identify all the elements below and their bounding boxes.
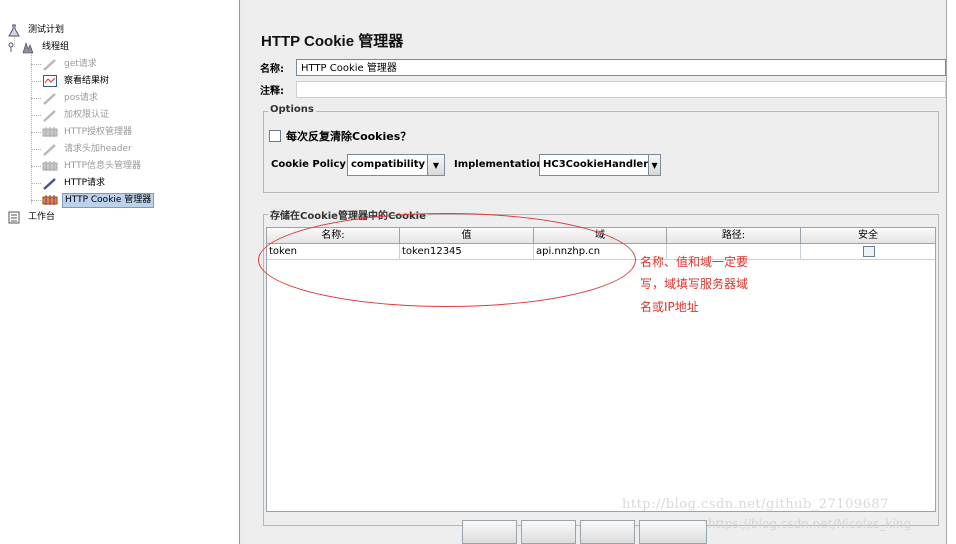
config-element-icon — [42, 159, 58, 173]
tree-node-label: 察看结果树 — [64, 75, 110, 86]
tree-node-auth-manager[interactable]: HTTP授权管理器 — [42, 124, 134, 140]
tree-node-get-request[interactable]: get请求 — [42, 56, 99, 72]
expand-toggle-icon[interactable] — [6, 40, 16, 54]
tree-node-label: 加权限认证 — [64, 109, 110, 120]
sampler-pipette-icon — [42, 142, 58, 156]
tree-node-thread-group[interactable]: 线程组 — [6, 39, 71, 55]
cell-secure[interactable] — [801, 244, 935, 259]
tree-node-label: 测试计划 — [28, 24, 65, 35]
options-group-title: Options — [268, 104, 316, 115]
column-header-secure[interactable]: 安全 — [801, 228, 935, 243]
annotation-line-2: 写，域填写服务器域 — [640, 277, 749, 291]
column-header-path[interactable]: 路径: — [667, 228, 801, 243]
checkbox-box[interactable] — [269, 130, 281, 142]
sampler-pipette-icon — [42, 108, 58, 122]
tree-node-label: get请求 — [64, 58, 97, 69]
save-button[interactable] — [639, 520, 707, 544]
sampler-pipette-icon — [42, 91, 58, 105]
name-label: 名称: — [260, 64, 284, 75]
comment-row: 注释: — [260, 80, 946, 99]
load-button[interactable] — [580, 520, 635, 544]
chevron-down-icon[interactable]: ▼ — [427, 155, 444, 175]
delete-button[interactable] — [521, 520, 576, 544]
tree-node-header-request[interactable]: 请求头加header — [42, 141, 134, 157]
tree-node-label: pos请求 — [64, 92, 98, 103]
cookie-policy-value: compatibility — [351, 159, 426, 170]
page-title: HTTP Cookie 管理器 — [261, 33, 404, 50]
tree-node-auth-request[interactable]: 加权限认证 — [42, 107, 111, 123]
tree-node-test-plan[interactable]: 测试计划 — [6, 22, 66, 38]
sampler-pipette-icon — [42, 57, 58, 71]
workbench-icon — [6, 210, 22, 224]
chevron-down-icon[interactable]: ▼ — [648, 155, 660, 175]
cookie-policy-label: Cookie Policy: — [271, 159, 350, 170]
tree-node-label: 线程组 — [42, 41, 70, 52]
options-group: Options — [263, 104, 939, 193]
annotation-line-1: 名称、值和域一定要 — [640, 255, 749, 269]
name-field[interactable]: HTTP Cookie 管理器 — [296, 59, 946, 76]
cookie-config-icon — [42, 193, 58, 207]
tree-node-label: HTTP授权管理器 — [64, 126, 133, 137]
clear-each-iteration-label: 每次反复清除Cookies？ — [286, 130, 412, 143]
tree-node-label: 请求头加header — [64, 143, 132, 154]
implementation-value: HC3CookieHandler — [543, 159, 649, 170]
tree-node-label: 工作台 — [28, 211, 56, 222]
secure-checkbox[interactable] — [863, 246, 875, 257]
comment-label: 注释: — [260, 86, 284, 97]
comment-field[interactable] — [296, 81, 946, 98]
monitor-chart-icon — [42, 74, 58, 88]
tree-node-label: HTTP Cookie 管理器 — [62, 192, 155, 208]
tree-node-cookie-manager[interactable]: HTTP Cookie 管理器 — [42, 192, 155, 208]
watermark-line-2: https://blog.csdn.net/Nicolas_king — [708, 517, 912, 531]
name-row: 名称: HTTP Cookie 管理器 — [260, 58, 946, 77]
annotation-ellipse — [258, 213, 636, 307]
cookie-policy-select[interactable]: compatibility ▼ — [347, 154, 445, 176]
watermark-line-1: http://blog.csdn.net/github_27109687 — [622, 497, 889, 512]
thread-group-icon — [20, 40, 36, 54]
tree-node-workbench[interactable]: 工作台 — [6, 209, 57, 225]
flask-icon — [6, 23, 22, 37]
tree-node-view-results-tree[interactable]: 察看结果树 — [42, 73, 111, 89]
annotation-line-3: 名或IP地址 — [640, 300, 699, 314]
clear-each-iteration-checkbox[interactable]: 每次反复清除Cookies？ — [269, 128, 411, 144]
implementation-label: Implementation: — [454, 159, 548, 170]
test-plan-tree: 测试计划 线程组 get请求 察看结果树 pos请求 加权限认证 HTTP授权管… — [0, 0, 238, 544]
window-right-edge — [946, 0, 956, 544]
tree-node-http-request[interactable]: HTTP请求 — [42, 175, 107, 191]
tree-node-label: HTTP请求 — [64, 177, 106, 188]
tree-node-header-manager[interactable]: HTTP信息头管理器 — [42, 158, 143, 174]
tree-node-label: HTTP信息头管理器 — [64, 160, 142, 171]
sampler-pipette-icon — [42, 176, 58, 190]
add-button[interactable] — [462, 520, 517, 544]
implementation-select[interactable]: HC3CookieHandler ▼ — [539, 154, 661, 176]
tree-node-post-request[interactable]: pos请求 — [42, 90, 100, 106]
config-element-icon — [42, 125, 58, 139]
